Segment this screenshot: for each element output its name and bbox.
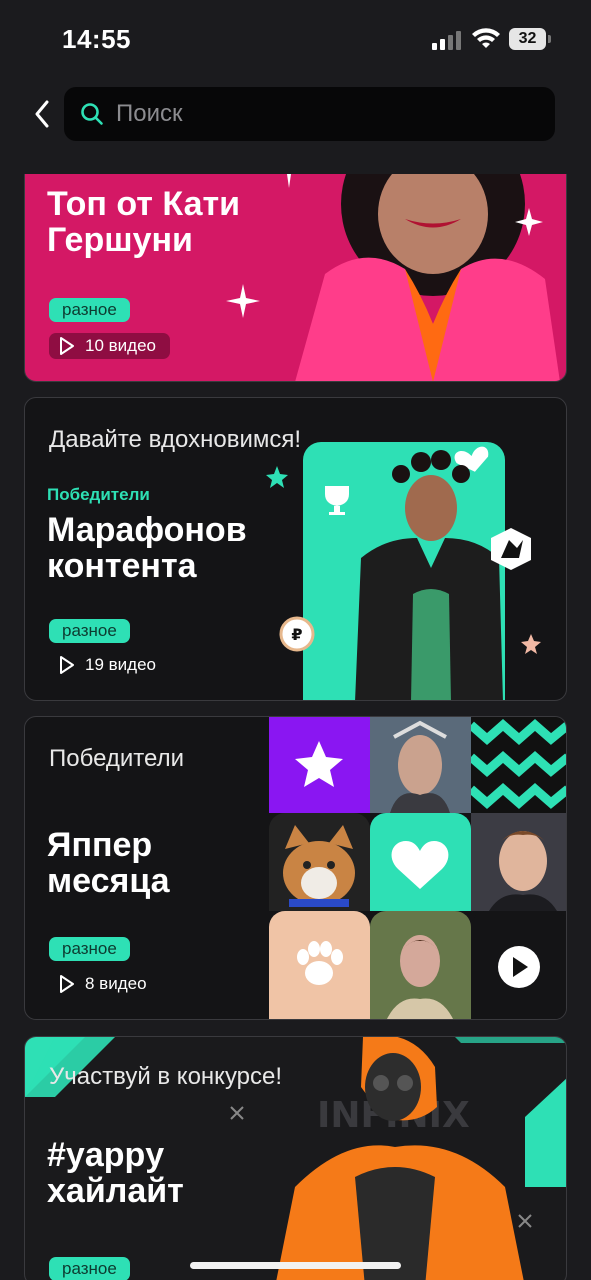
paw-tile: [269, 911, 370, 1019]
paw-icon: [297, 941, 343, 985]
video-count: 10 видео: [49, 333, 170, 359]
portrait-photo: [370, 717, 471, 813]
card-title: Яппер месяца: [47, 826, 170, 900]
category-tag: разное: [49, 298, 130, 322]
battery-level: 32: [509, 28, 546, 50]
card-subtitle: Победители: [47, 485, 150, 504]
search-icon: [81, 103, 103, 125]
collection-card-yapper[interactable]: Победители Яппер месяца разное 8 видео: [24, 716, 567, 1020]
card-title: Топ от Кати Гершуни: [47, 185, 241, 259]
play-icon: [60, 656, 74, 674]
search-input[interactable]: [116, 95, 536, 133]
battery-indicator: 32: [509, 28, 551, 50]
man-photo: [471, 813, 566, 911]
heart-tile: [370, 813, 471, 911]
card-kicker: Давайте вдохновимся!: [49, 426, 302, 453]
collection-card-highlight[interactable]: INFINIX Участвуй в конкурсе! #yappy хайл…: [24, 1036, 567, 1280]
search-bar[interactable]: [64, 87, 555, 141]
play-tile[interactable]: [471, 911, 567, 1020]
home-indicator[interactable]: [190, 1262, 401, 1269]
card-kicker: Победители: [49, 745, 184, 772]
back-arrow-icon[interactable]: [28, 98, 56, 130]
star-tile: [269, 717, 370, 813]
card-title: #yappy хайлайт: [47, 1136, 184, 1210]
wifi-icon: [472, 28, 500, 48]
woman-photo: [370, 911, 471, 1019]
play-icon: [60, 337, 74, 355]
card-kicker: Участвуй в конкурсе!: [49, 1063, 283, 1090]
status-bar: 14:55 32: [0, 0, 591, 78]
play-icon: [60, 975, 74, 993]
category-tag: разное: [49, 619, 130, 643]
cellular-signal-icon: [432, 31, 461, 50]
video-count: 8 видео: [49, 971, 161, 997]
svg-text:₽: ₽: [291, 625, 302, 644]
heart-icon: [391, 841, 449, 889]
play-circle-icon[interactable]: [471, 911, 567, 1020]
cat-photo: [269, 813, 370, 911]
collection-card-marathon[interactable]: ₽ Давайте вдохновимся! Победители Марафо…: [24, 397, 567, 701]
video-count: 19 видео: [49, 652, 170, 678]
category-tag: разное: [49, 1257, 130, 1280]
card-title: Марафонов контента: [47, 511, 247, 585]
category-tag: разное: [49, 937, 130, 961]
status-time: 14:55: [62, 24, 131, 54]
collection-card-top-kati[interactable]: Топ от Кати Гершуни разное 10 видео: [24, 174, 567, 382]
star-icon: [295, 741, 343, 787]
zigzag-pattern: [468, 717, 566, 813]
